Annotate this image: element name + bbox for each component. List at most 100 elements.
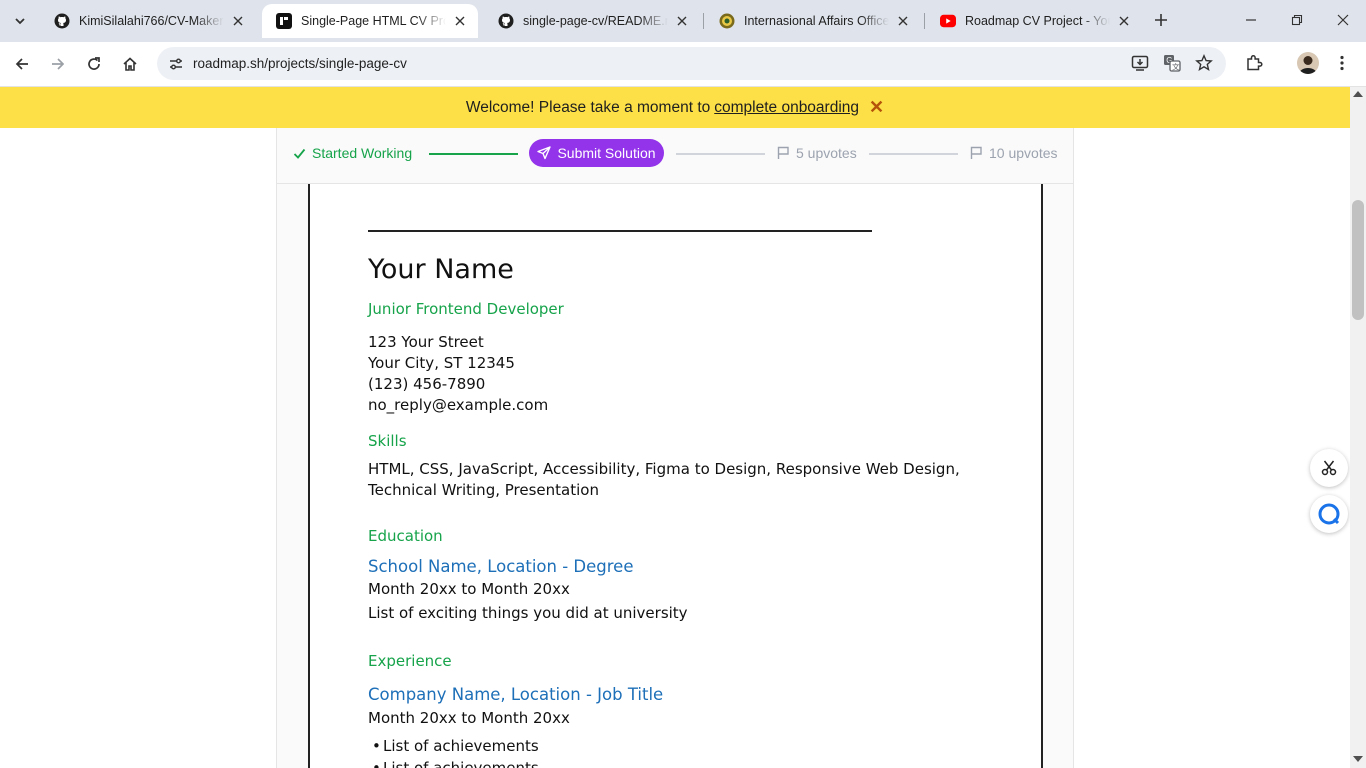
scrollbar-thumb[interactable]: [1352, 200, 1364, 320]
step-connector-complete: [429, 153, 518, 155]
tab-international-affairs[interactable]: Internasional Affairs Office U: [705, 4, 921, 38]
github-icon: [498, 13, 514, 29]
tab-title: single-page-cv/README.md: [523, 14, 668, 28]
cv-skills-line: Technical Writing, Presentation: [368, 481, 599, 499]
step-connector: [676, 153, 765, 155]
cv-phone: (123) 456-7890: [368, 375, 486, 393]
cv-achievement-text: List of achievements: [383, 759, 539, 768]
check-icon: [293, 148, 306, 159]
forward-button[interactable]: [43, 50, 73, 78]
tab-title: KimiSilalahi766/CV-Maker-P: [79, 14, 224, 28]
project-panel: Started Working Submit Solution 5 upvote…: [276, 128, 1074, 768]
profile-avatar[interactable]: [1297, 52, 1319, 74]
close-icon[interactable]: [895, 13, 911, 29]
restore-button[interactable]: [1274, 0, 1320, 40]
cv-role: Junior Frontend Developer: [368, 300, 564, 318]
extensions-puzzle-icon[interactable]: [1243, 52, 1265, 74]
more-menu-icon[interactable]: [1331, 52, 1353, 74]
cv-school-description: List of exciting things you did at unive…: [368, 604, 688, 622]
home-icon: [123, 57, 137, 71]
banner-close-icon[interactable]: ✕: [869, 97, 884, 118]
cv-preview: Your Name Junior Frontend Developer 123 …: [308, 184, 1043, 768]
arrow-left-icon: [15, 58, 28, 70]
banner-text: Welcome! Please take a moment to: [465, 98, 711, 116]
submit-solution-button[interactable]: Submit Solution: [529, 139, 664, 167]
step-10-upvotes-label: 10 upvotes: [989, 145, 1058, 161]
tab-title: Single-Page HTML CV Project: [301, 14, 446, 28]
cv-experience-heading: Experience: [368, 652, 452, 670]
close-icon: [1337, 14, 1349, 26]
send-icon: [537, 146, 552, 160]
close-icon[interactable]: [452, 13, 468, 29]
tab-search-button[interactable]: [6, 7, 34, 35]
chat-bubble-icon: [1318, 503, 1340, 525]
cv-name: Your Name: [368, 254, 514, 285]
tab-title: Internasional Affairs Office U: [744, 14, 889, 28]
scroll-up-arrow[interactable]: [1353, 91, 1363, 97]
cv-achievement-text: List of achievements: [383, 737, 539, 755]
close-icon[interactable]: [674, 13, 690, 29]
new-tab-button[interactable]: [1149, 8, 1173, 32]
bookmark-star-icon[interactable]: [1193, 52, 1215, 74]
chat-assistant-button[interactable]: [1310, 495, 1348, 533]
github-icon: [54, 13, 70, 29]
home-button[interactable]: [115, 50, 145, 78]
page-content: Started Working Submit Solution 5 upvote…: [0, 128, 1350, 768]
svg-text:文: 文: [1172, 61, 1180, 71]
tab-github-cv-maker[interactable]: KimiSilalahi766/CV-Maker-P: [40, 4, 256, 38]
minimize-icon: [1246, 19, 1256, 21]
cv-school: School Name, Location - Degree: [368, 557, 634, 576]
step-started-label: Started Working: [312, 145, 413, 161]
tab-separator: [703, 13, 704, 29]
page-scrollbar[interactable]: [1350, 87, 1366, 768]
cv-skills-heading: Skills: [368, 432, 407, 450]
tab-roadmap-single-page[interactable]: Single-Page HTML CV Project: [262, 4, 478, 38]
close-window-button[interactable]: [1320, 0, 1366, 40]
cv-skills-list: HTML, CSS, JavaScript, Accessibility, Fi…: [368, 459, 988, 501]
cv-achievement-item: • List of achievements: [372, 737, 539, 755]
close-icon[interactable]: [230, 13, 246, 29]
cv-email: no_reply@example.com: [368, 396, 549, 414]
minimize-button[interactable]: [1228, 0, 1274, 40]
browser-toolbar: roadmap.sh/projects/single-page-cv G文: [0, 42, 1366, 87]
complete-onboarding-link[interactable]: complete onboarding: [714, 99, 859, 117]
scissors-icon: [1321, 460, 1337, 476]
step-5-upvotes-label: 5 upvotes: [796, 145, 857, 161]
cv-company-dates: Month 20xx to Month 20xx: [368, 709, 570, 727]
close-icon[interactable]: [1116, 13, 1132, 29]
install-app-icon[interactable]: [1129, 52, 1151, 74]
scroll-down-arrow[interactable]: [1353, 756, 1363, 762]
flag-icon: [970, 146, 983, 160]
tab-youtube[interactable]: Roadmap CV Project - YouTube: [926, 4, 1142, 38]
reload-icon: [88, 57, 100, 70]
progress-steps: Started Working Submit Solution 5 upvote…: [277, 128, 1073, 184]
back-button[interactable]: [7, 50, 37, 78]
translate-icon[interactable]: G文: [1161, 52, 1183, 74]
tab-strip: KimiSilalahi766/CV-Maker-P Single-Page H…: [0, 0, 1366, 42]
cv-contact: 123 Your Street Your City, ST 12345 (123…: [368, 332, 548, 416]
site-info-icon[interactable]: [163, 51, 189, 76]
flag-icon: [777, 146, 790, 160]
cv-education-heading: Education: [368, 527, 443, 545]
arrow-right-icon: [52, 58, 65, 70]
screenshot-tool-button[interactable]: [1310, 449, 1348, 487]
cv-skills-line: HTML, CSS, JavaScript, Accessibility, Fi…: [368, 460, 960, 478]
chevron-down-icon: [15, 18, 25, 25]
cv-school-dates: Month 20xx to Month 20xx: [368, 580, 570, 598]
step-10-upvotes: 10 upvotes: [970, 145, 1058, 161]
cv-street: 123 Your Street: [368, 333, 484, 351]
university-seal-icon: [719, 13, 735, 29]
plus-icon: [1155, 14, 1167, 26]
reload-button[interactable]: [79, 50, 109, 78]
restore-icon: [1291, 14, 1303, 26]
tab-separator: [924, 13, 925, 29]
tab-github-readme[interactable]: single-page-cv/README.md: [484, 4, 700, 38]
step-connector: [869, 153, 958, 155]
cv-achievement-item: • List of achievements: [372, 759, 539, 768]
url-text: roadmap.sh/projects/single-page-cv: [193, 56, 407, 71]
roadmap-icon: [276, 13, 292, 29]
cv-city: Your City, ST 12345: [368, 354, 515, 372]
address-bar[interactable]: roadmap.sh/projects/single-page-cv: [157, 47, 1226, 80]
onboarding-banner: Welcome! Please take a moment to complet…: [0, 87, 1350, 128]
youtube-icon: [940, 13, 956, 29]
